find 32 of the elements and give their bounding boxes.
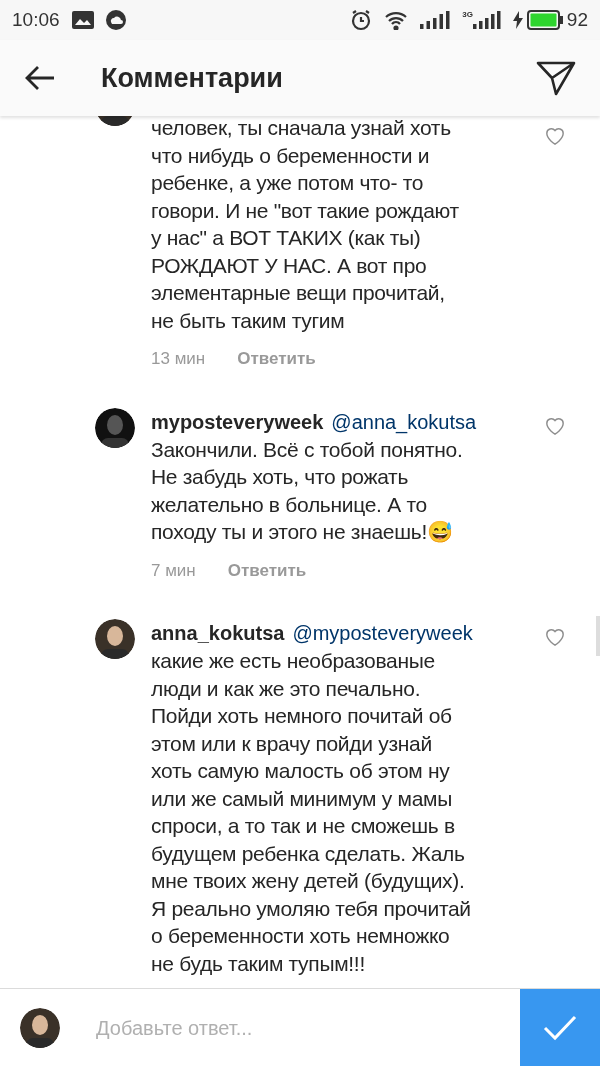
battery-icon [526, 10, 563, 30]
avatar[interactable] [95, 407, 135, 448]
scroll-bar [596, 616, 600, 656]
comment-text: человек, ты сначала узнай хоть что нибудь о беременности и ребенке, а уже потом что- то говори. И не "вот такие рождают у нас" а ВОТ ТАКИХ (как ты) РОЖДАЮТ У НАС. А вот про элементарные вещи прочитай, не быть таким тугим [151, 116, 460, 334]
reply-field[interactable]: Добавьте ответ... [96, 1012, 520, 1043]
heart-icon[interactable] [544, 126, 566, 146]
comment-time: 13 мин [151, 348, 206, 370]
comment-text: какие же есть необразованые люди и как же это печально. Пойди хоть немного почитай об этом или к врачу пойди узнай хоть самую малость об этом ну или же самый минимум у мамы спроси, а то так и не сможешь в будущем ребенка сделать. Жаль мне твоих жену детей (будущих). Я реально умоляю тебя прочитай о беременности хоть немножко не будь таким тупым!!! [151, 648, 472, 977]
alarm-icon [350, 9, 373, 31]
avatar[interactable] [95, 619, 135, 659]
comment-text: Закончили. Всё с тобой понятно. Не забудь хоть, что рожать желательно в больнице. А то походу ты и этого не знаешь!😅 [151, 436, 464, 545]
network-label: 3G [462, 11, 473, 19]
image-icon [71, 11, 94, 29]
mention[interactable]: @anna_kokutsa [331, 407, 477, 436]
heart-icon[interactable] [544, 415, 566, 436]
signal-icon [472, 11, 501, 29]
charging-icon [512, 11, 523, 29]
page-title: Комментарии [101, 61, 283, 95]
cloud-icon [105, 10, 126, 30]
signal-icon [420, 11, 451, 29]
username[interactable]: myposteveryweek [151, 407, 324, 436]
battery-level: 92 [566, 7, 588, 32]
comment-time: 7 мин [151, 559, 196, 582]
mention[interactable]: @myposteveryweek [292, 619, 473, 647]
wifi-icon [384, 10, 409, 30]
avatar[interactable] [20, 1007, 60, 1048]
back-icon[interactable] [24, 65, 56, 91]
checkmark-icon [543, 1014, 577, 1041]
username[interactable]: anna_kokutsa [151, 619, 285, 647]
heart-icon[interactable] [544, 627, 566, 647]
status-time: 10:06 [12, 7, 60, 32]
send-icon[interactable] [536, 60, 576, 96]
